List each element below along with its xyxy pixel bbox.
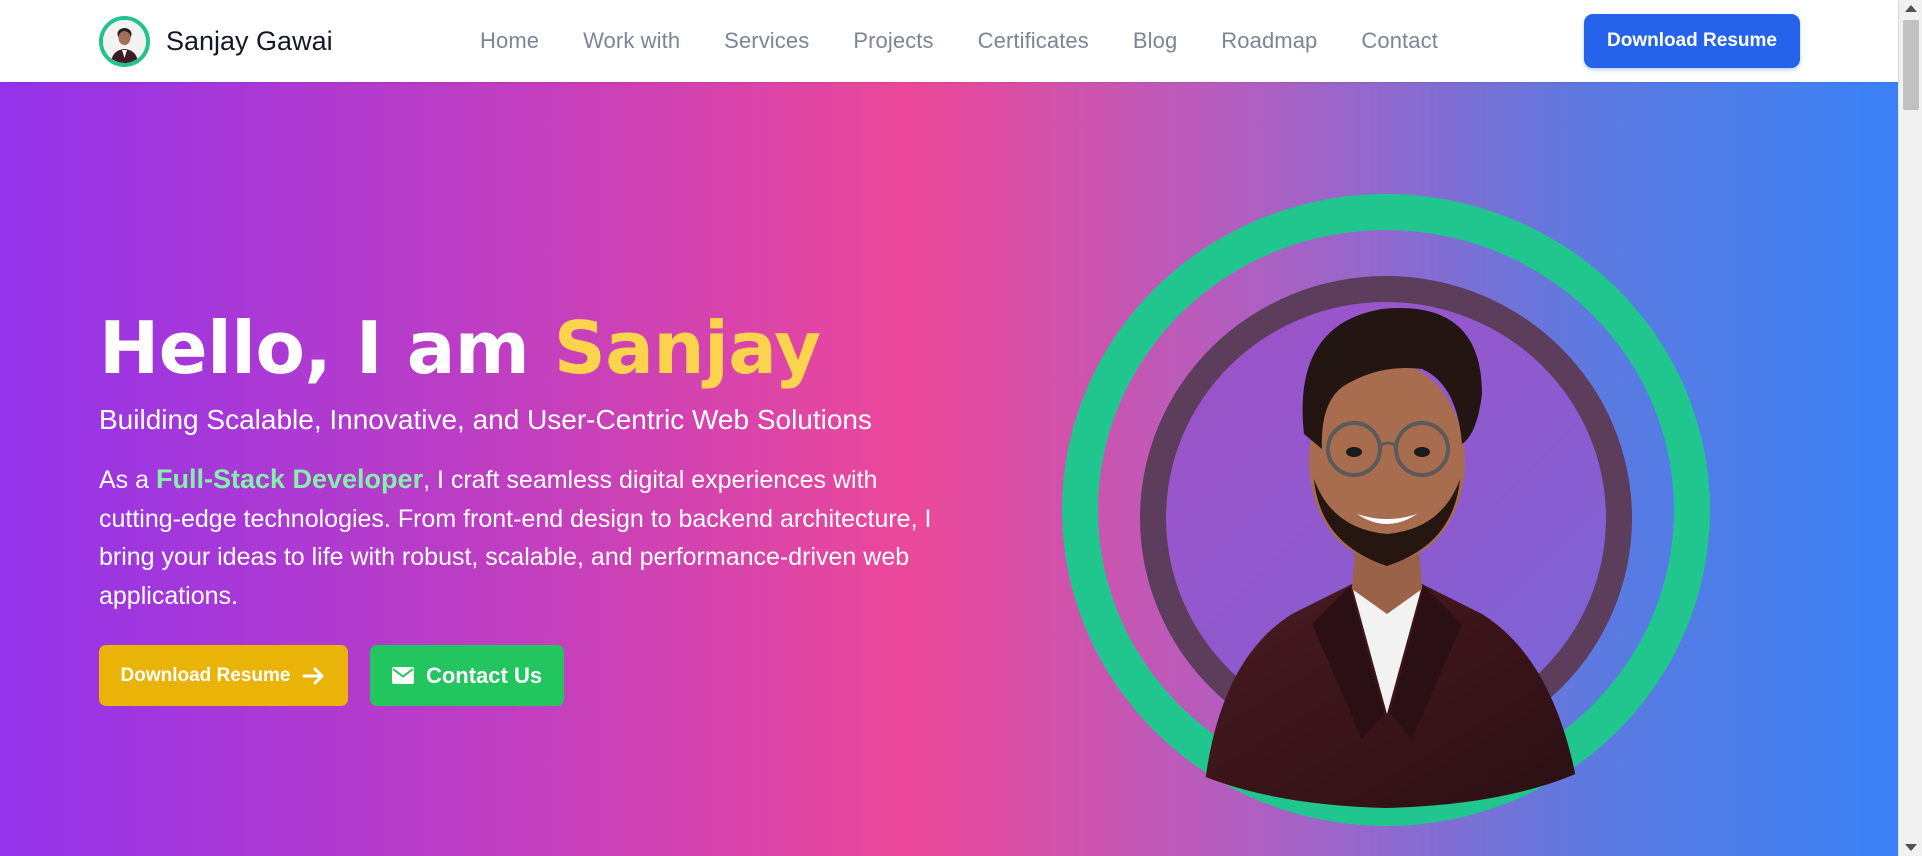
nav-link-contact[interactable]: Contact bbox=[1361, 28, 1438, 54]
scroll-thumb[interactable] bbox=[1903, 20, 1919, 110]
nav-link-certificates[interactable]: Certificates bbox=[978, 28, 1089, 54]
nav-link-services[interactable]: Services bbox=[724, 28, 809, 54]
hero-contact-label: Contact Us bbox=[425, 662, 543, 688]
envelope-icon bbox=[391, 667, 414, 684]
brand-avatar bbox=[99, 16, 150, 67]
hero-para-highlight: Full-Stack Developer bbox=[155, 464, 424, 494]
hero-title-prefix: Hello, I am bbox=[99, 306, 554, 390]
brand-name: Sanjay Gawai bbox=[166, 26, 333, 56]
hero-title-name: Sanjay bbox=[553, 306, 821, 390]
hero-description: As a Full-Stack Developer, I craft seaml… bbox=[99, 460, 939, 615]
scroll-up-icon[interactable] bbox=[1905, 5, 1917, 12]
hero-portrait bbox=[1062, 194, 1710, 826]
brand[interactable]: Sanjay Gawai bbox=[99, 16, 333, 67]
nav-link-blog[interactable]: Blog bbox=[1133, 28, 1177, 54]
top-navbar: Sanjay Gawai Home Work with Services Pro… bbox=[0, 0, 1898, 82]
arrow-right-icon bbox=[302, 667, 324, 684]
scroll-down-icon[interactable] bbox=[1905, 844, 1917, 851]
hero-download-resume-button[interactable]: Download Resume bbox=[99, 645, 348, 706]
nav-link-projects[interactable]: Projects bbox=[853, 28, 933, 54]
hero-subtitle: Building Scalable, Innovative, and User-… bbox=[99, 404, 873, 435]
hero-para-prefix: As a bbox=[99, 466, 156, 494]
nav-link-home[interactable]: Home bbox=[480, 28, 539, 54]
nav-link-work-with[interactable]: Work with bbox=[583, 28, 680, 54]
hero-contact-button[interactable]: Contact Us bbox=[370, 645, 564, 706]
portrait-photo bbox=[1202, 308, 1582, 808]
nav-link-roadmap[interactable]: Roadmap bbox=[1221, 28, 1317, 54]
nav-links: Home Work with Services Projects Certifi… bbox=[480, 0, 1438, 82]
avatar-icon bbox=[103, 20, 146, 63]
hero-section: Hello, I am Sanjay Building Scalable, In… bbox=[0, 82, 1898, 856]
hero-title: Hello, I am Sanjay bbox=[99, 312, 821, 384]
page-scrollbar[interactable] bbox=[1898, 0, 1922, 856]
hero-download-label: Download Resume bbox=[120, 664, 291, 686]
nav-download-resume-button[interactable]: Download Resume bbox=[1584, 14, 1800, 68]
